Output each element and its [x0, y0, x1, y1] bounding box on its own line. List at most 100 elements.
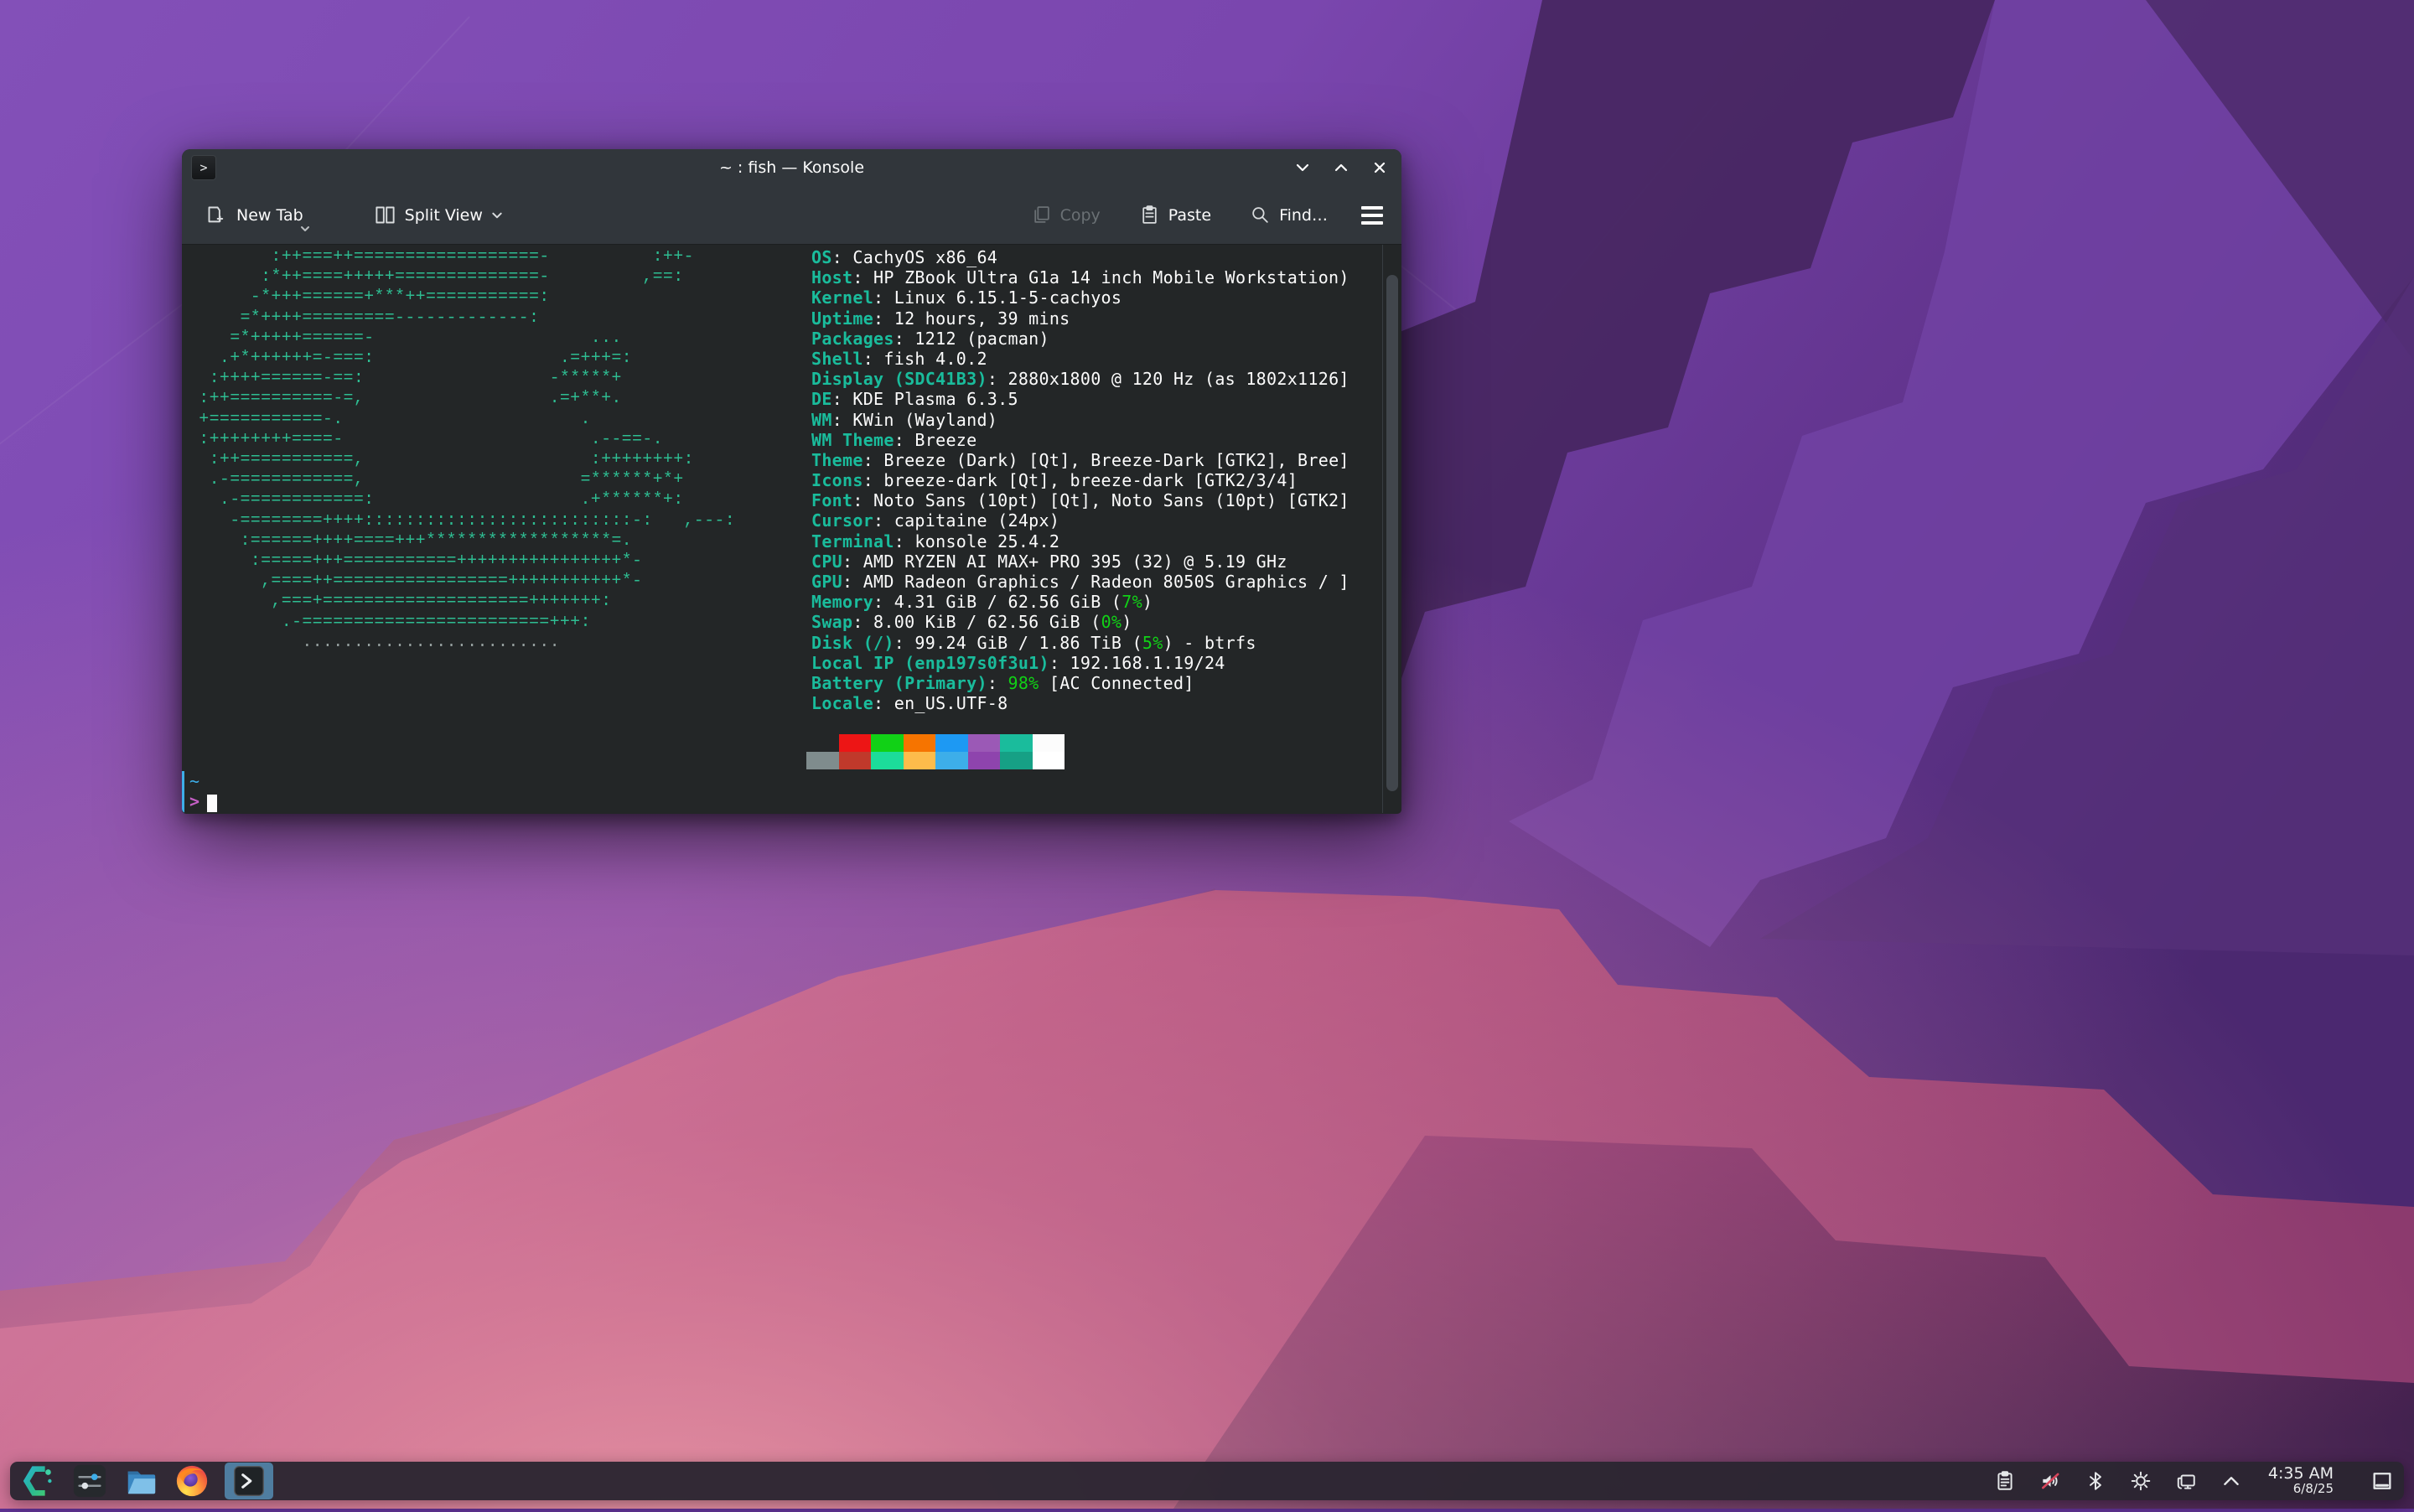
palette-swatch: [839, 752, 872, 769]
ascii-art-footer: .........................: [189, 633, 560, 652]
palette-row-normal: [806, 734, 1065, 752]
palette-swatch: [935, 752, 968, 769]
copy-icon: [1031, 205, 1052, 225]
fetch-info-line: Icons: breeze-dark [Qt], breeze-dark [GT…: [811, 470, 1349, 490]
clock-time: 4:35 AM: [2268, 1466, 2334, 1483]
split-view-chevron-icon: [491, 211, 503, 220]
fetch-info-line: WM Theme: Breeze: [811, 430, 1349, 450]
fetch-info-line: Local IP (enp197s0f3u1): 192.168.1.19/24: [811, 653, 1349, 673]
clipboard-icon[interactable]: [1993, 1469, 2017, 1493]
prompt-highlight-bar: [182, 771, 184, 813]
fetch-info-line: Locale: en_US.UTF-8: [811, 693, 1349, 713]
system-tray: 4:35 AM 6/8/25: [1993, 1466, 2394, 1496]
paste-button[interactable]: Paste: [1131, 198, 1220, 232]
terminal-cursor: [207, 795, 217, 812]
chevron-down-icon: [1295, 160, 1310, 175]
fetch-info-line: Display (SDC41B3): 2880x1800 @ 120 Hz (a…: [811, 369, 1349, 389]
palette-swatch: [968, 752, 1001, 769]
fetch-info-line: Font: Noto Sans (10pt) [Qt], Noto Sans (…: [811, 490, 1349, 510]
taskbar-panel: 4:35 AM 6/8/25: [10, 1462, 2404, 1500]
ascii-art-body: :++===++==================- :++- :*++===…: [189, 247, 735, 632]
palette-swatch: [904, 752, 936, 769]
prompt-symbol: >: [189, 791, 199, 811]
bluetooth-icon[interactable]: [2084, 1469, 2107, 1493]
fetch-info-line: Theme: Breeze (Dark) [Qt], Breeze-Dark […: [811, 450, 1349, 470]
fetch-info-line: WM: KWin (Wayland): [811, 410, 1349, 430]
palette-swatch: [871, 752, 904, 769]
menu-button[interactable]: [1358, 201, 1386, 230]
search-icon: [1250, 205, 1271, 225]
new-tab-button[interactable]: New Tab: [197, 197, 312, 233]
toolbar: New Tab Split View Copy: [182, 186, 1401, 245]
fetch-info-line: GPU: AMD Radeon Graphics / Radeon 8050S …: [811, 572, 1349, 592]
firefox-icon: [174, 1463, 210, 1499]
palette-swatch: [839, 734, 872, 752]
find-label: Find…: [1279, 206, 1328, 225]
split-view-label: Split View: [405, 206, 483, 225]
find-button[interactable]: Find…: [1241, 198, 1336, 232]
terminal-scrollbar[interactable]: [1382, 245, 1401, 813]
network-wired-icon[interactable]: [2174, 1469, 2198, 1493]
palette-swatch: [904, 734, 936, 752]
ascii-logo: :++===++==================- :++- :*++===…: [189, 247, 735, 653]
clock-date: 6/8/25: [2268, 1483, 2334, 1496]
paste-icon: [1139, 205, 1160, 225]
close-button[interactable]: [1370, 158, 1390, 178]
new-tab-dropdown-chevron-icon[interactable]: [300, 218, 310, 236]
prompt-cwd: ~: [189, 771, 199, 791]
chevron-up-icon: [1334, 160, 1349, 175]
paste-label: Paste: [1168, 206, 1211, 225]
new-tab-label: New Tab: [236, 206, 303, 225]
copy-button[interactable]: Copy: [1023, 198, 1109, 232]
terminal-viewport[interactable]: :++===++==================- :++- :*++===…: [182, 245, 1401, 813]
app-firefox[interactable]: [174, 1463, 210, 1499]
palette-swatch: [871, 734, 904, 752]
cachyos-logo-icon: [21, 1463, 56, 1499]
digital-clock[interactable]: 4:35 AM 6/8/25: [2268, 1466, 2334, 1496]
app-launcher-cachyos[interactable]: [20, 1463, 57, 1499]
close-icon: [1372, 160, 1387, 175]
new-tab-icon: [205, 204, 228, 226]
konsole-app-icon: >: [191, 155, 216, 180]
terminal-color-palette: [806, 734, 1065, 769]
fetch-info-line: Uptime: 12 hours, 39 mins: [811, 308, 1349, 329]
app-dolphin-file-manager[interactable]: [122, 1463, 159, 1499]
titlebar[interactable]: > ~ : fish — Konsole: [182, 149, 1401, 186]
folder-icon: [123, 1463, 158, 1499]
palette-swatch: [806, 752, 839, 769]
palette-row-bright: [806, 752, 1065, 769]
palette-swatch: [1000, 752, 1033, 769]
palette-swatch: [935, 734, 968, 752]
fetch-info-line: Memory: 4.31 GiB / 62.56 GiB (7%): [811, 592, 1349, 612]
maximize-button[interactable]: [1331, 158, 1351, 178]
fetch-info-line: CPU: AMD RYZEN AI MAX+ PRO 395 (32) @ 5.…: [811, 551, 1349, 572]
app-system-settings[interactable]: [71, 1463, 108, 1499]
copy-label: Copy: [1060, 206, 1101, 225]
brightness-icon[interactable]: [2129, 1469, 2152, 1493]
palette-swatch: [968, 734, 1001, 752]
fetch-info-line: Cursor: capitaine (24px): [811, 510, 1349, 531]
settings-sliders-icon: [72, 1463, 107, 1499]
palette-swatch: [806, 734, 839, 752]
fetch-info-line: Swap: 8.00 KiB / 62.56 GiB (0%): [811, 612, 1349, 632]
konsole-icon: [232, 1464, 266, 1498]
fetch-info-line: Shell: fish 4.0.2: [811, 349, 1349, 369]
scrollbar-thumb[interactable]: [1386, 275, 1398, 791]
tray-expand-chevron-icon[interactable]: [2220, 1469, 2243, 1493]
show-desktop-button[interactable]: [2370, 1469, 2394, 1493]
volume-muted-icon[interactable]: [2038, 1469, 2062, 1493]
fetch-info-line: Terminal: konsole 25.4.2: [811, 531, 1349, 551]
palette-swatch: [1033, 734, 1065, 752]
palette-swatch: [1033, 752, 1065, 769]
split-view-button[interactable]: Split View: [365, 197, 511, 233]
fetch-info-line: OS: CachyOS x86_64: [811, 247, 1349, 267]
fetch-info-line: Packages: 1212 (pacman): [811, 329, 1349, 349]
split-view-icon: [374, 204, 396, 226]
fetch-info: OS: CachyOS x86_64Host: HP ZBook Ultra G…: [811, 247, 1349, 713]
fetch-info-line: Kernel: Linux 6.15.1-5-cachyos: [811, 287, 1349, 308]
minimize-button[interactable]: [1292, 158, 1313, 178]
window-title: ~ : fish — Konsole: [182, 158, 1401, 177]
fetch-info-line: DE: KDE Plasma 6.3.5: [811, 389, 1349, 409]
taskbar-entry-konsole-active[interactable]: [225, 1463, 273, 1499]
fetch-info-line: Disk (/): 99.24 GiB / 1.86 TiB (5%) - bt…: [811, 633, 1349, 653]
